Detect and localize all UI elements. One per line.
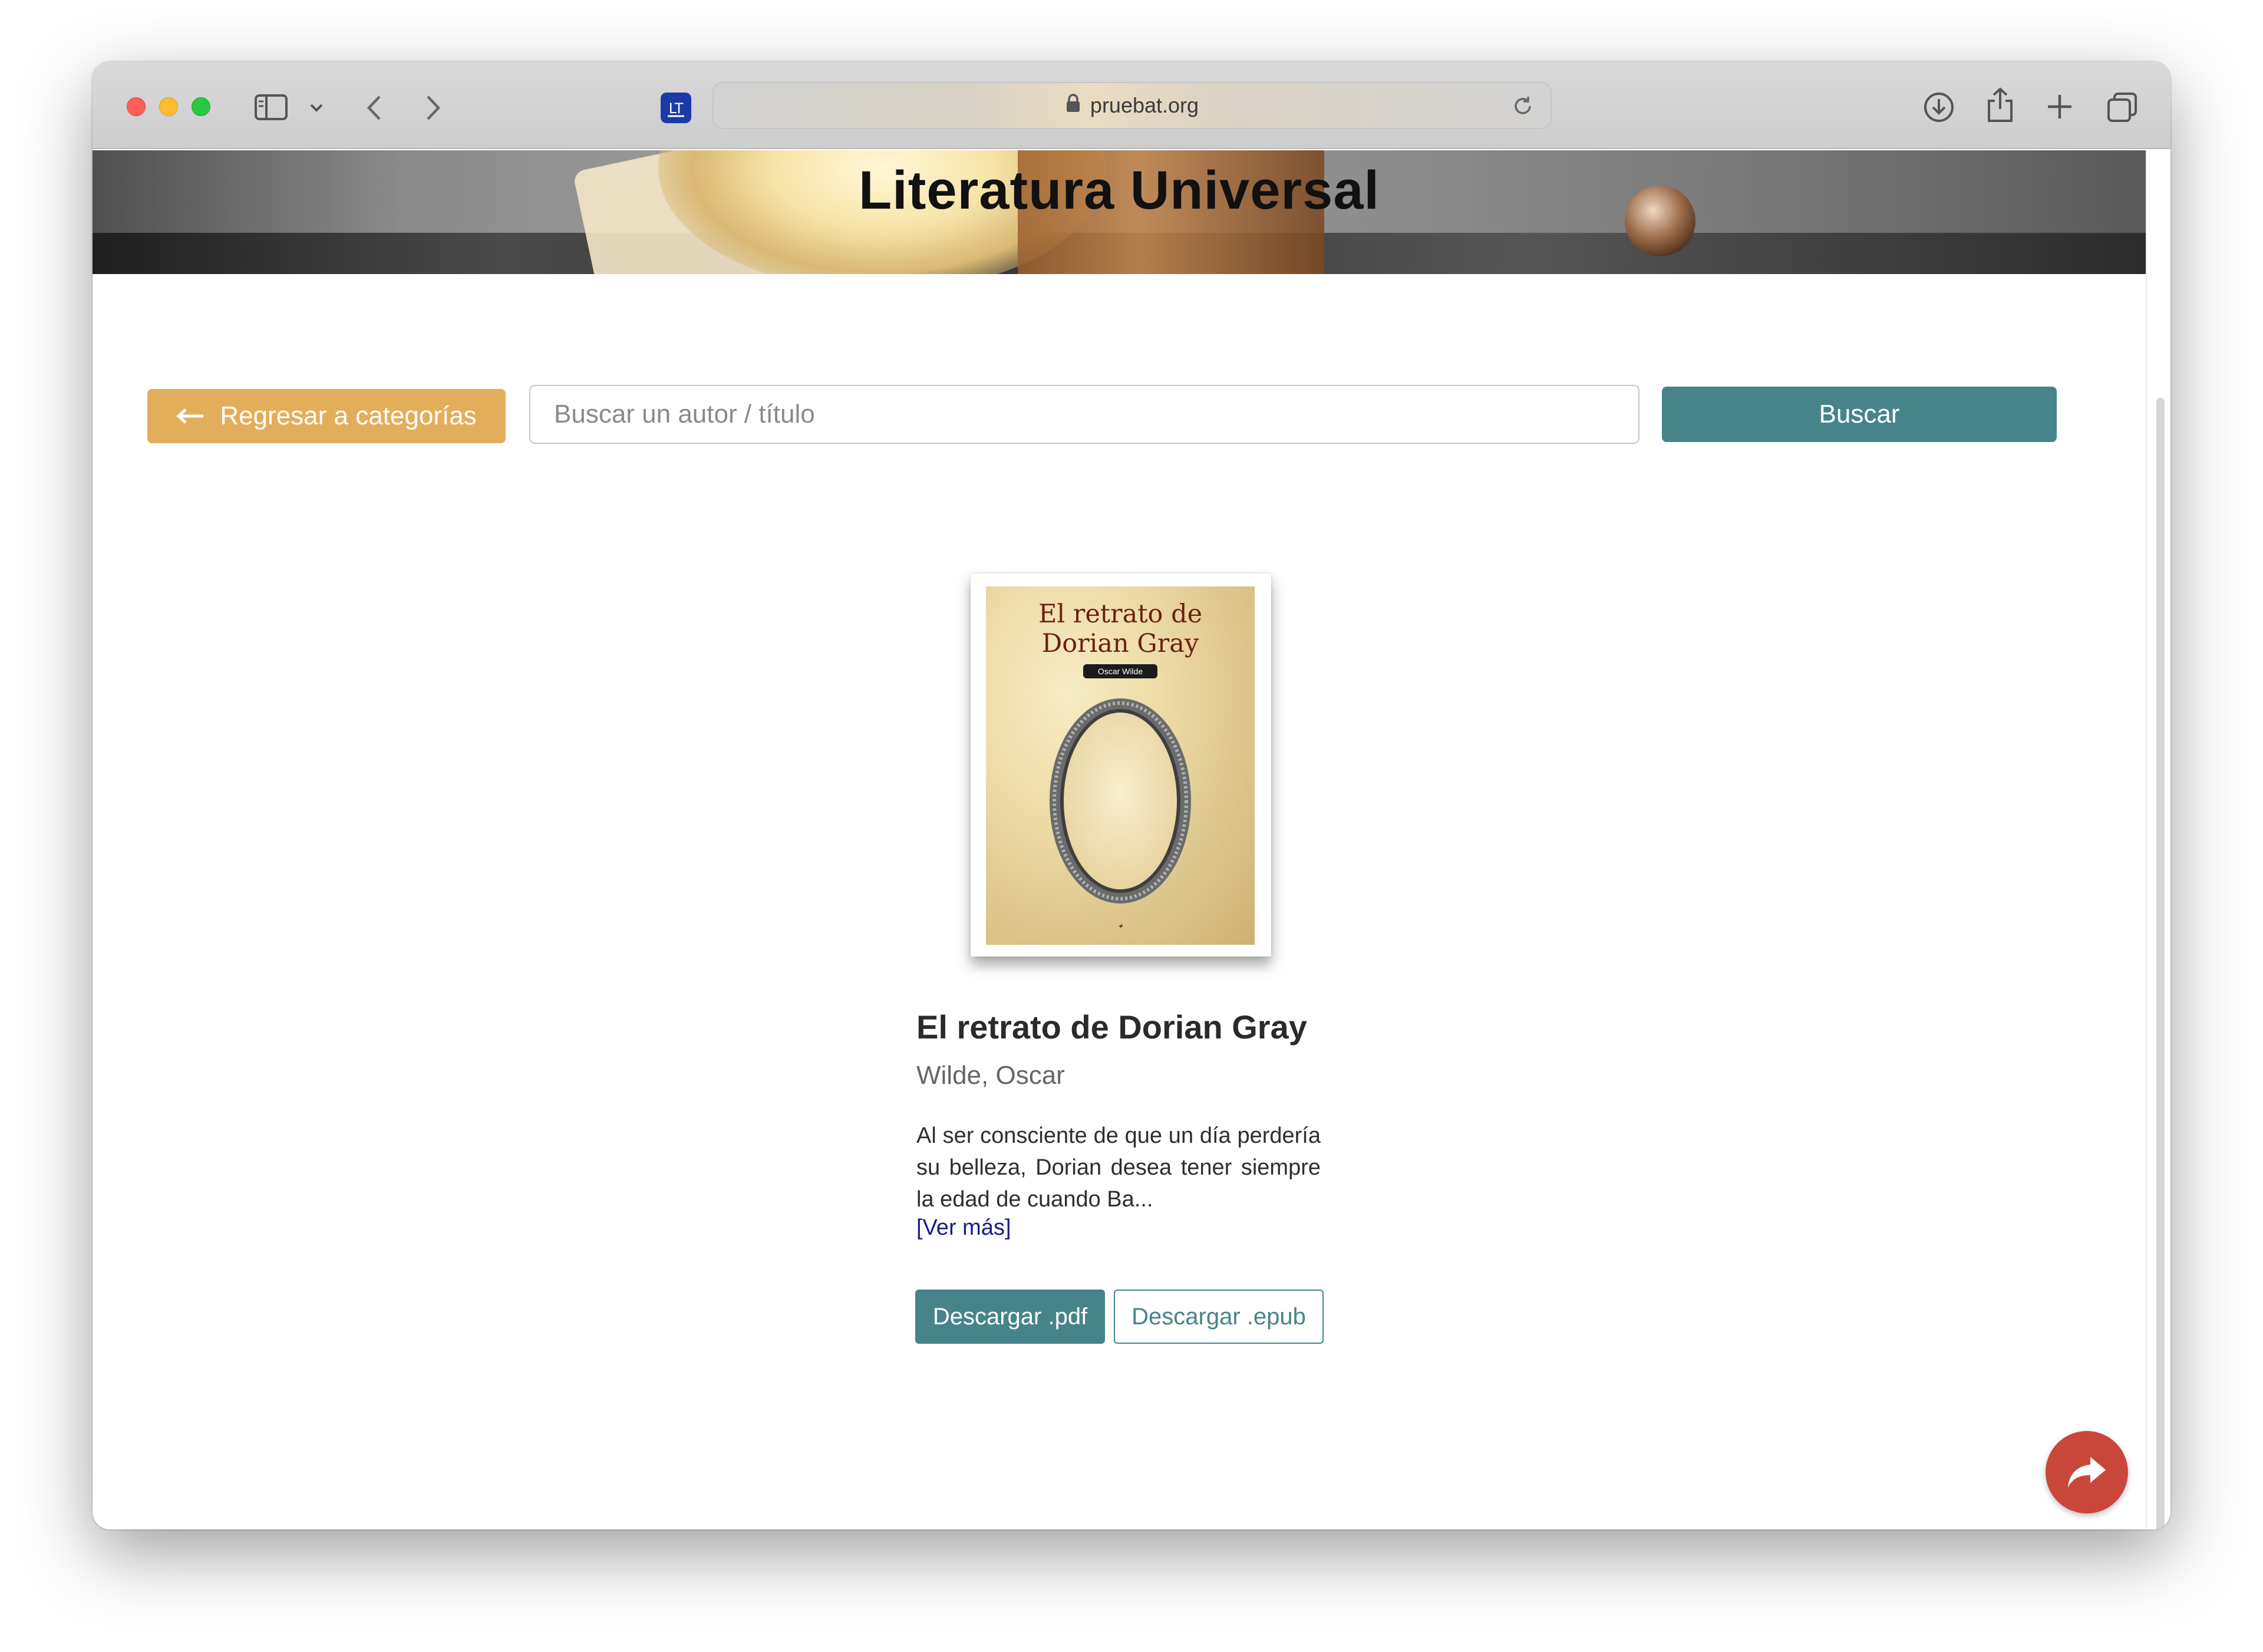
see-more-link[interactable]: [Ver más] (916, 1215, 1011, 1241)
book-cover: El retrato de Dorian Gray Oscar Wilde ✦ (986, 586, 1255, 945)
share-arrow-icon (2068, 1457, 2106, 1488)
download-icon[interactable] (1923, 91, 1955, 123)
header-banner: Literatura Universal (93, 150, 2146, 274)
svg-text:LT: LT (669, 100, 684, 117)
book-author: Wilde, Oscar (916, 1061, 1065, 1090)
book-title: El retrato de Dorian Gray (916, 1008, 1307, 1046)
arrow-left-icon (176, 401, 204, 431)
tabs-overview-icon[interactable] (2106, 91, 2138, 123)
forward-icon[interactable] (424, 94, 442, 121)
search-input[interactable] (529, 385, 1639, 444)
download-pdf-button[interactable]: Descargar .pdf (915, 1290, 1105, 1344)
chevron-down-icon[interactable] (309, 103, 324, 113)
page-content: Literatura Universal Regresar a categorí… (93, 150, 2170, 1529)
share-floating-button[interactable] (2046, 1431, 2128, 1513)
scroll-track (2146, 150, 2147, 1529)
book-cover-image[interactable]: El retrato de Dorian Gray Oscar Wilde ✦ (971, 573, 1271, 957)
browser-window: LT pruebat.org Literatura Universal Regr… (93, 62, 2170, 1529)
zoom-window-button[interactable] (192, 97, 210, 116)
extension-icon[interactable]: LT (659, 91, 692, 124)
back-button-label: Regresar a categorías (220, 401, 477, 430)
cover-author-label: Oscar Wilde (1083, 664, 1157, 678)
back-icon[interactable] (365, 94, 383, 121)
lock-icon (1065, 93, 1081, 118)
oval-frame-illustration (1047, 696, 1193, 906)
scrollbar[interactable] (2156, 398, 2165, 1529)
book-description: Al ser consciente de que un día perdería… (916, 1123, 1321, 1212)
cover-title: El retrato de Dorian Gray (1038, 599, 1203, 658)
sidebar-icon[interactable] (255, 94, 288, 120)
cover-publisher-mark: ✦ (1117, 922, 1124, 931)
download-epub-button[interactable]: Descargar .epub (1114, 1290, 1324, 1344)
search-button[interactable]: Buscar (1662, 387, 2057, 442)
back-to-categories-button[interactable]: Regresar a categorías (147, 389, 506, 443)
share-icon[interactable] (1985, 87, 2015, 123)
address-bar[interactable]: pruebat.org (712, 82, 1552, 129)
page-title: Literatura Universal (858, 160, 1380, 220)
reload-icon[interactable] (1512, 95, 1534, 117)
minimize-window-button[interactable] (159, 97, 178, 116)
new-tab-icon[interactable] (2046, 93, 2074, 121)
close-window-button[interactable] (127, 97, 146, 116)
browser-toolbar: LT pruebat.org (93, 62, 2170, 149)
url-text: pruebat.org (1090, 93, 1199, 117)
